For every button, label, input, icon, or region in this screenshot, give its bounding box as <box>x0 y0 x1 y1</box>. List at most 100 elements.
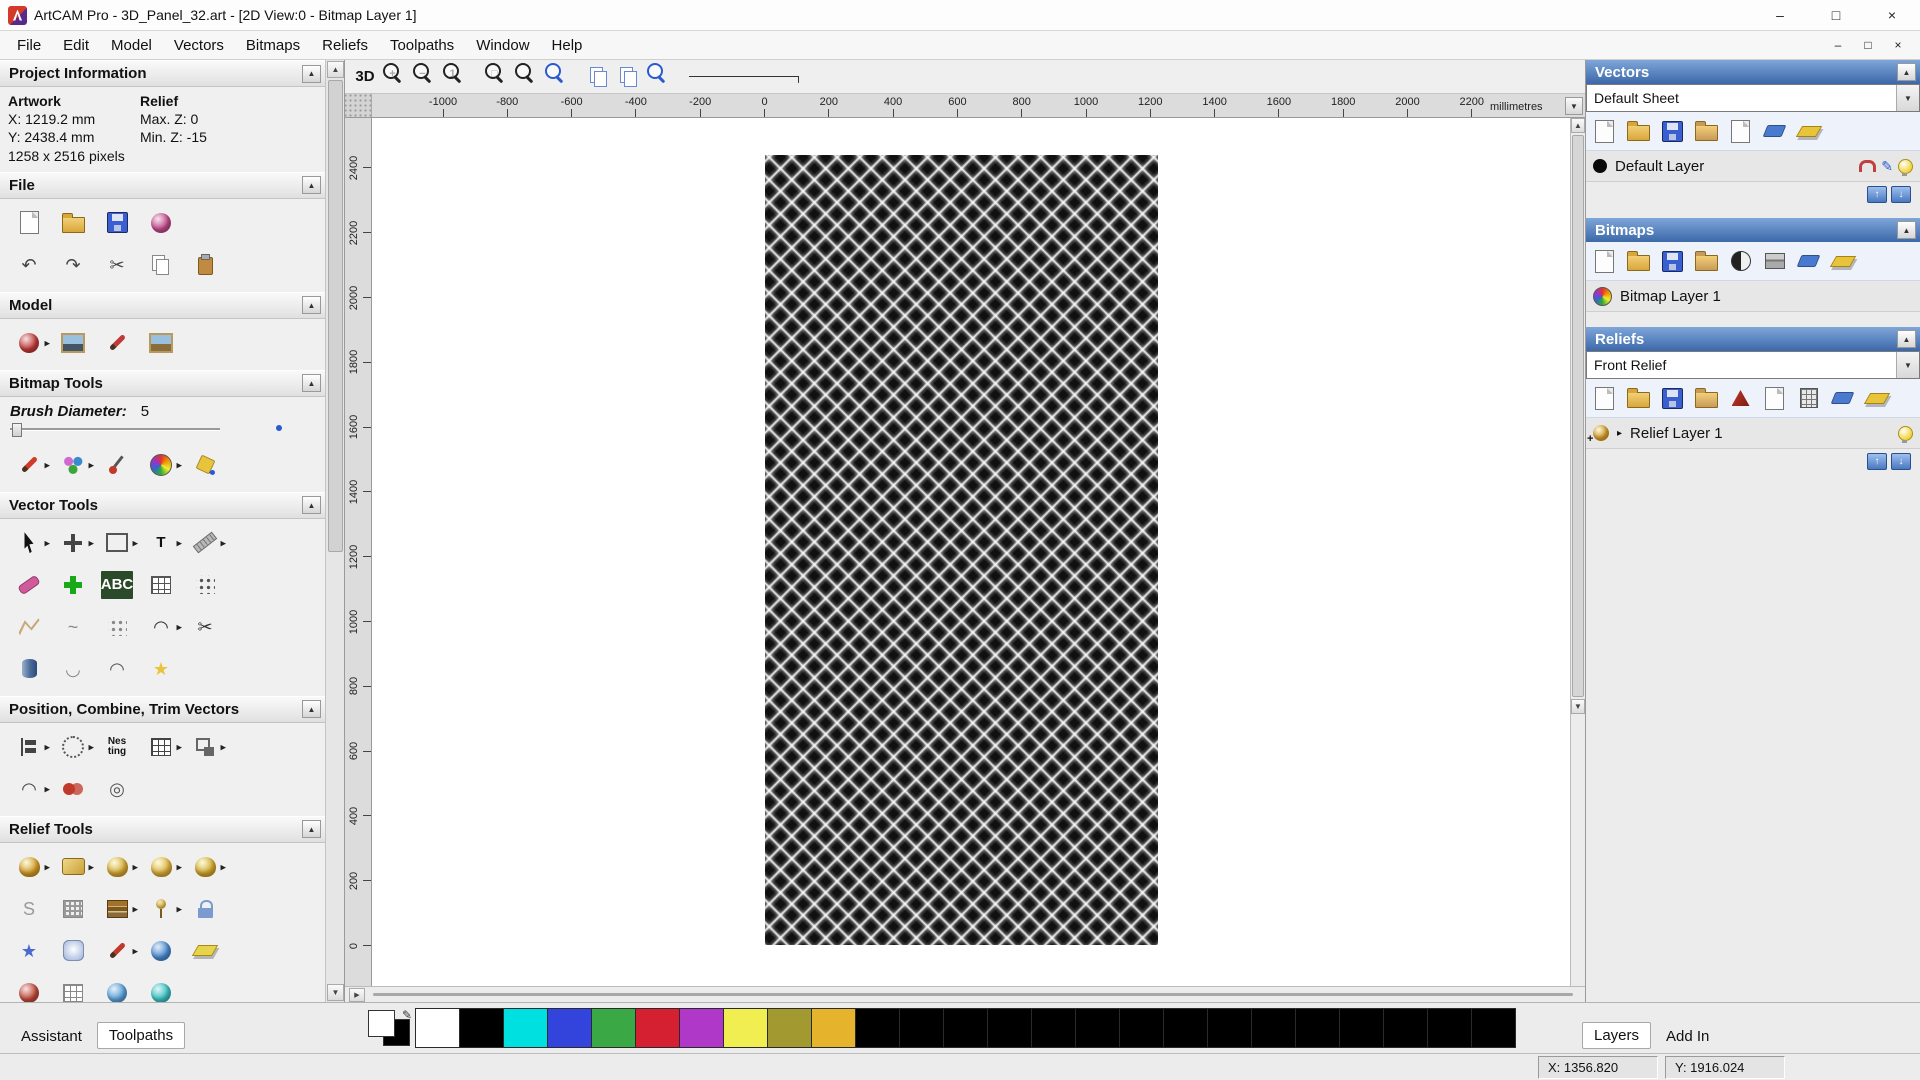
create-arc[interactable]: ◠▸ <box>139 606 183 648</box>
relief-layer-row[interactable]: + ▸ Relief Layer 1 <box>1586 418 1920 449</box>
titlebar[interactable]: ArtCAM Pro - 3D_Panel_32.art - [2D View:… <box>0 0 1920 31</box>
calculate-relief[interactable] <box>1724 383 1757 413</box>
zoom-in[interactable]: + <box>381 63 409 91</box>
move-layer-up-button[interactable]: ↑ <box>1867 453 1887 470</box>
pillow-relief[interactable] <box>51 930 95 972</box>
child-close-button[interactable]: × <box>1886 35 1910 56</box>
colour-swatch-5[interactable] <box>635 1008 680 1048</box>
edit-layer-icon[interactable]: ✎ <box>1881 158 1893 175</box>
zoom-box[interactable]: □ <box>483 63 511 91</box>
save-model[interactable] <box>95 202 139 244</box>
snap-points[interactable] <box>183 564 227 606</box>
scroll-right-icon[interactable]: ▶ <box>349 988 365 1002</box>
dropdown-arrow-icon[interactable]: ▼ <box>1896 352 1919 378</box>
colour-swatch-9[interactable] <box>811 1008 856 1048</box>
create-text[interactable]: T▸ <box>139 522 183 564</box>
new-bitmap-layer[interactable] <box>1588 246 1621 276</box>
measure-tool[interactable]: ▸ <box>183 522 227 564</box>
ruler-options-icon[interactable]: ▼ <box>1565 97 1583 115</box>
export-relief[interactable] <box>1758 383 1791 413</box>
create-star[interactable]: ★ <box>139 648 183 690</box>
weld-vectors[interactable] <box>51 768 95 810</box>
flyout-arrow-icon[interactable]: ▸ <box>44 740 50 753</box>
flyout-arrow-icon[interactable]: ▸ <box>176 536 182 549</box>
tab-assistant[interactable]: Assistant <box>10 1024 93 1049</box>
model-panel-preview[interactable] <box>765 155 1158 945</box>
flyout-arrow-icon[interactable]: ▸ <box>220 536 226 549</box>
colour-swatch-15[interactable] <box>1075 1008 1120 1048</box>
star-relief[interactable]: ★ <box>7 930 51 972</box>
maximize-button[interactable]: □ <box>1808 0 1864 30</box>
flyout-arrow-icon[interactable]: ▸ <box>44 860 50 873</box>
interactive-sculpting[interactable] <box>139 930 183 972</box>
colour-swatch-0[interactable] <box>415 1008 460 1048</box>
colour-swatch-14[interactable] <box>1031 1008 1076 1048</box>
menu-file[interactable]: File <box>6 31 52 59</box>
pick-colour[interactable] <box>95 444 139 486</box>
layer-colour-dot[interactable] <box>1593 159 1607 173</box>
texture-relief[interactable] <box>51 888 95 930</box>
vscroll-thumb[interactable] <box>1572 135 1584 697</box>
offset-relief[interactable] <box>183 930 227 972</box>
save-bitmap-layer[interactable] <box>1656 246 1689 276</box>
offset-vectors[interactable] <box>7 648 51 690</box>
bitmap-layer-row[interactable]: Bitmap Layer 1 <box>1586 281 1920 312</box>
menu-bitmaps[interactable]: Bitmaps <box>235 31 311 59</box>
slider-handle[interactable] <box>12 423 22 437</box>
scroll-down-icon[interactable]: ▼ <box>1571 699 1585 714</box>
colour-swatch-17[interactable] <box>1163 1008 1208 1048</box>
import-bitmap[interactable] <box>1690 246 1723 276</box>
create-cross[interactable] <box>51 564 95 606</box>
flyout-arrow-icon[interactable]: ▸ <box>176 458 182 471</box>
copy-along-curve[interactable]: ▸ <box>183 726 227 768</box>
tab-layers[interactable]: Layers <box>1582 1022 1651 1049</box>
menu-window[interactable]: Window <box>465 31 540 59</box>
bitmap-to-vector[interactable] <box>139 564 183 606</box>
toggle-2d-3d-view[interactable]: 3D <box>351 63 379 91</box>
create-rectangle[interactable]: ▸ <box>95 522 139 564</box>
import-model[interactable] <box>139 202 183 244</box>
envelope-relief[interactable] <box>183 888 227 930</box>
delete-bitmap-layer[interactable] <box>1792 246 1825 276</box>
save-relief-layer[interactable] <box>1656 383 1689 413</box>
menu-vectors[interactable]: Vectors <box>163 31 235 59</box>
open-model[interactable] <box>51 202 95 244</box>
undo[interactable]: ↶ <box>7 244 51 286</box>
smoothing-tool[interactable]: ▸ <box>51 846 95 888</box>
vertical-scrollbar[interactable]: ▲ ▼ <box>1570 118 1585 986</box>
primary-secondary-colours[interactable]: ✎ <box>366 1008 414 1048</box>
horizontal-scrollbar[interactable]: ▶ <box>345 986 1585 1002</box>
collapse-icon[interactable]: ▲ <box>302 700 321 718</box>
scroll-up-icon[interactable]: ▲ <box>1571 118 1585 133</box>
line-preview-widget[interactable] <box>689 71 799 82</box>
visibility-bulb-icon[interactable] <box>1898 159 1913 174</box>
adjust-model[interactable] <box>51 322 95 364</box>
collapse-icon[interactable]: ▲ <box>302 496 321 514</box>
refresh-view[interactable] <box>645 63 673 91</box>
flood-fill[interactable] <box>183 444 227 486</box>
menu-reliefs[interactable]: Reliefs <box>311 31 379 59</box>
canvas-viewport[interactable] <box>372 118 1570 986</box>
colour-swatch-21[interactable] <box>1339 1008 1384 1048</box>
relief-selector[interactable]: Front Relief ▼ <box>1586 351 1920 379</box>
create-curve[interactable]: ~ <box>51 606 95 648</box>
move-layer-down-button[interactable]: ↓ <box>1891 453 1911 470</box>
minimize-button[interactable]: – <box>1752 0 1808 30</box>
redo[interactable]: ↷ <box>51 244 95 286</box>
flyout-arrow-icon[interactable]: ▸ <box>176 902 182 915</box>
flyout-arrow-icon[interactable]: ▸ <box>88 536 94 549</box>
collapse-icon[interactable]: ▲ <box>302 820 321 838</box>
colour-swatch-8[interactable] <box>767 1008 812 1048</box>
smooth-relief[interactable]: S <box>7 888 51 930</box>
move-layer-down-button[interactable]: ↓ <box>1891 186 1911 203</box>
collapse-icon[interactable]: ▲ <box>302 176 321 194</box>
colour-swatch-19[interactable] <box>1251 1008 1296 1048</box>
load-image[interactable] <box>139 322 183 364</box>
delete-relief-layer[interactable] <box>1826 383 1859 413</box>
relief-tool-a[interactable] <box>7 972 51 1002</box>
vector-layer-name[interactable]: Default Layer <box>1615 158 1851 175</box>
relief-layer-name[interactable]: Relief Layer 1 <box>1630 425 1890 442</box>
join-vectors[interactable]: ◠▸ <box>7 768 51 810</box>
child-minimize-button[interactable]: – <box>1826 35 1850 56</box>
new-model[interactable] <box>7 202 51 244</box>
